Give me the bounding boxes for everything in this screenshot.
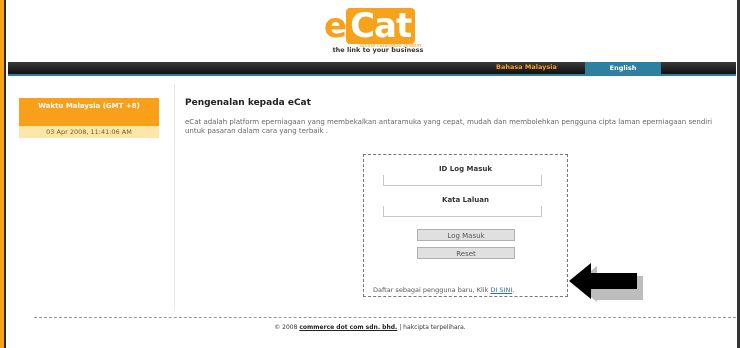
logo-word: e Cat: [324, 8, 416, 44]
time-panel-heading: Waktu Malaysia (GMT +8): [19, 98, 159, 126]
frame-inner-border: [4, 0, 6, 348]
login-button[interactable]: Log Masuk: [417, 229, 515, 241]
footer-divider: [34, 317, 736, 318]
login-id-input[interactable]: [383, 175, 542, 186]
footer: © 2008 commerce dot com sdn. bhd. | hakc…: [274, 324, 466, 331]
register-text: Daftar sebagai pengguna baru, Klik DI SI…: [373, 286, 515, 294]
page-title: Pengenalan kepada eCat: [185, 98, 311, 108]
password-label: Kata Laluan: [442, 196, 489, 204]
login-box: ID Log Masuk Kata Laluan Log Masuk Reset…: [363, 154, 568, 297]
left-arrow-icon: [569, 263, 643, 302]
login-id-label: ID Log Masuk: [438, 165, 493, 173]
intro-text: eCat adalah platform eperniagaan yang me…: [185, 118, 713, 135]
nav-english-link[interactable]: English: [585, 62, 661, 74]
time-panel-value: 03 Apr 2008, 11:41:06 AM: [19, 126, 159, 138]
nav-malay-link[interactable]: Bahasa Malaysia: [496, 63, 557, 71]
tagline: the link to your business: [332, 46, 424, 54]
password-input[interactable]: [383, 206, 542, 217]
register-link[interactable]: DI SINI: [490, 286, 512, 294]
column-divider: [174, 84, 175, 310]
company-link[interactable]: commerce dot com sdn. bhd.: [299, 324, 397, 331]
reset-button[interactable]: Reset: [417, 247, 515, 259]
